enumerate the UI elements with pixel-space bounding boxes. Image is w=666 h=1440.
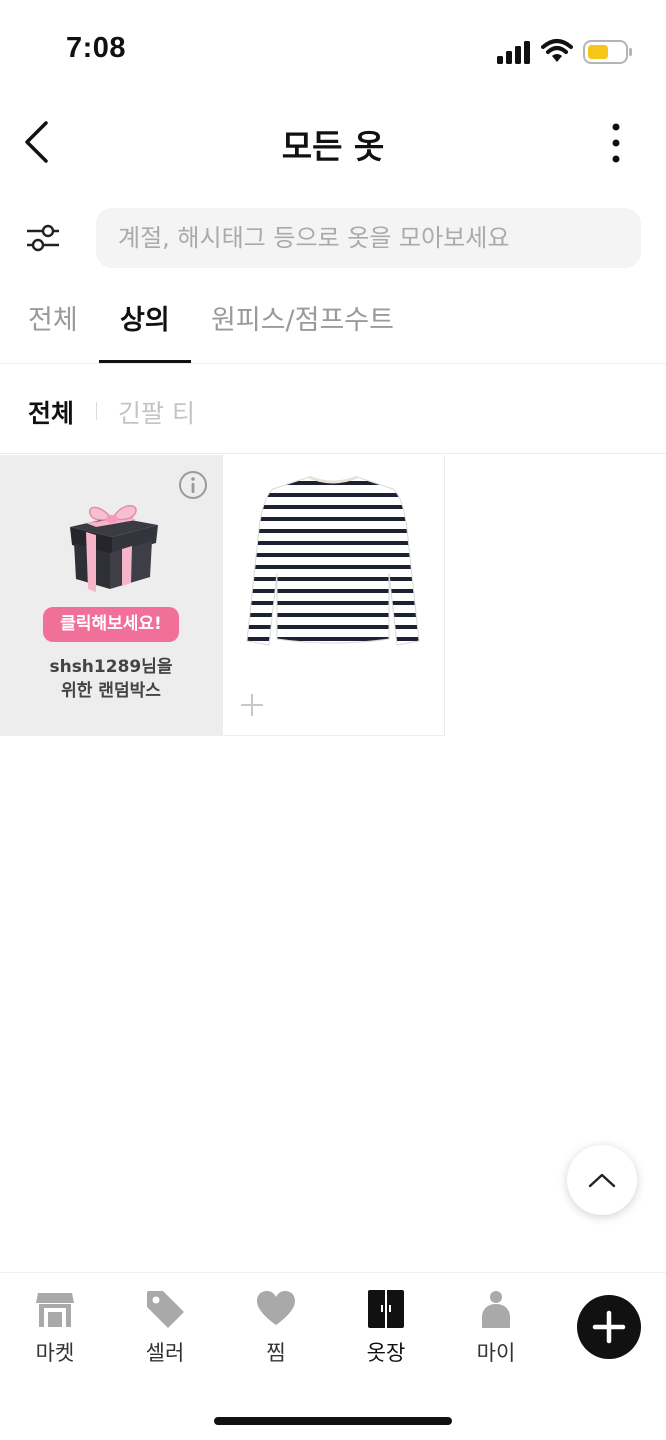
filter-search-row <box>0 208 666 268</box>
plus-icon <box>592 1310 626 1344</box>
promo-badge: 클릭해보세요! <box>43 607 179 642</box>
page-title: 모든 옷 <box>281 127 385 166</box>
subcategory-long-sleeve-tee[interactable]: 긴팔 티 <box>118 394 195 430</box>
nav-closet-label: 옷장 <box>366 1341 406 1365</box>
nav-market[interactable]: 마켓 <box>10 1287 100 1377</box>
promo-text-line2: 위한 랜덤박스 <box>61 681 161 701</box>
nav-seller-label: 셀러 <box>145 1341 185 1365</box>
nav-favorites[interactable]: 찜 <box>231 1287 321 1377</box>
nav-my[interactable]: 마이 <box>451 1287 541 1377</box>
chevron-up-icon <box>588 1173 616 1188</box>
clothing-grid: 클릭해보세요! shsh1289님을 위한 랜덤박스 <box>0 455 666 737</box>
tab-dresses-jumpsuits[interactable]: 원피스/점프수트 <box>211 298 394 364</box>
battery-icon <box>583 40 632 64</box>
wardrobe-icon <box>368 1290 404 1328</box>
random-box-promo-card[interactable]: 클릭해보세요! shsh1289님을 위한 랜덤박스 <box>0 455 222 736</box>
nav-seller[interactable]: 셀러 <box>120 1287 210 1377</box>
striped-shirt-image <box>246 475 420 646</box>
search-input[interactable] <box>96 208 641 268</box>
signal-icon <box>497 41 530 64</box>
store-icon <box>36 1293 74 1327</box>
info-icon[interactable] <box>178 470 208 500</box>
nav-my-label: 마이 <box>476 1341 516 1365</box>
product-card[interactable] <box>222 455 445 736</box>
tab-tops[interactable]: 상의 <box>120 298 170 364</box>
subcategory-row: 전체 긴팔 티 <box>0 366 666 454</box>
category-tabs: 전체 상의 원피스/점프수트 <box>0 284 666 364</box>
nav-favorites-label: 찜 <box>266 1341 286 1365</box>
wifi-icon <box>541 39 573 62</box>
more-vertical-icon <box>612 123 620 163</box>
active-tab-indicator <box>99 360 191 363</box>
home-indicator <box>214 1417 452 1425</box>
nav-market-label: 마켓 <box>35 1341 75 1365</box>
scroll-top-button[interactable] <box>567 1145 637 1215</box>
promo-text-line1: shsh1289님을 <box>49 657 173 677</box>
app-header: 모든 옷 <box>0 100 666 190</box>
gift-box-icon <box>70 505 158 592</box>
status-bar: 7:08 <box>0 0 666 100</box>
add-item-fab[interactable] <box>577 1295 641 1359</box>
status-time: 7:08 <box>66 32 127 64</box>
nav-closet[interactable]: 옷장 <box>341 1287 431 1377</box>
tab-all[interactable]: 전체 <box>28 298 78 364</box>
more-options-button[interactable] <box>596 118 636 168</box>
sliders-icon <box>27 224 59 252</box>
add-icon[interactable] <box>239 692 265 718</box>
tag-icon <box>147 1291 184 1328</box>
subcategory-divider <box>96 402 97 420</box>
heart-icon <box>257 1291 295 1325</box>
subcategory-all[interactable]: 전체 <box>28 394 74 430</box>
bottom-nav: 마켓 셀러 찜 옷장 마이 <box>0 1272 666 1440</box>
filter-button[interactable] <box>22 218 64 258</box>
person-icon <box>482 1291 510 1328</box>
search-box <box>96 208 641 268</box>
